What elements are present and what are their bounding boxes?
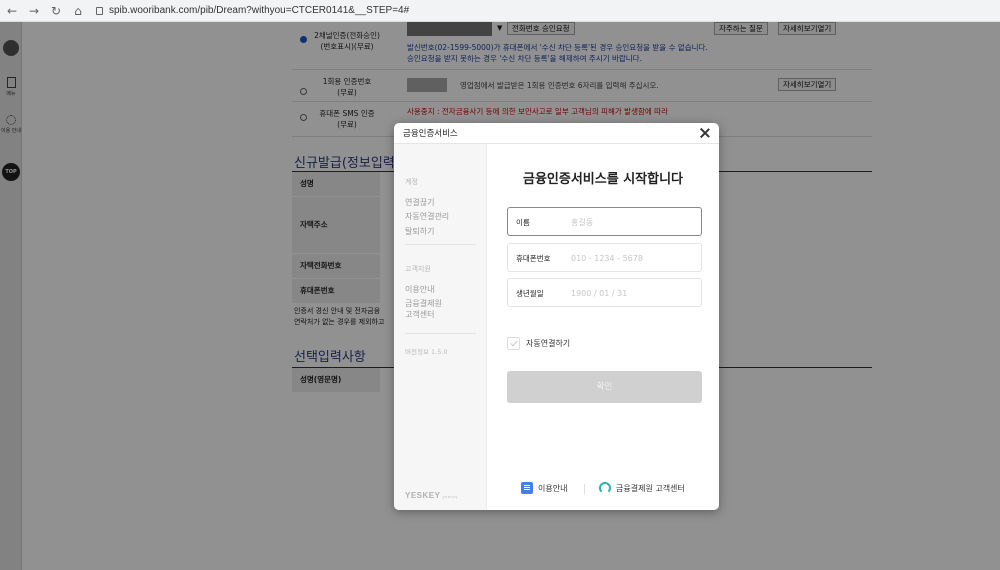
guide-icon <box>521 482 533 494</box>
phone-label: 휴대폰번호 <box>516 254 551 263</box>
name-field[interactable]: 이름 <box>507 207 702 236</box>
birth-label: 생년월일 <box>516 289 544 298</box>
lock-icon <box>96 6 103 15</box>
birth-field[interactable]: 생년월일 <box>507 278 702 307</box>
forward-icon[interactable]: → <box>28 5 40 17</box>
auto-connect-row[interactable]: 자동연결하기 <box>507 337 570 350</box>
headset-icon <box>599 482 611 494</box>
modal-sidebar: 계정 연결끊기 자동연결관리 탈퇴하기 고객지원 이용안내 금융결제원 고객센터… <box>394 144 487 510</box>
browser-toolbar: ← → ↻ ⌂ spib.wooribank.com/pib/Dream?wit… <box>0 0 1000 22</box>
home-icon[interactable]: ⌂ <box>72 5 84 17</box>
url-text[interactable]: spib.wooribank.com/pib/Dream?withyou=CTC… <box>109 5 409 16</box>
version-info: 버전정보 1.5.0 <box>405 348 448 356</box>
modal-title: 금융인증서비스 <box>403 129 458 139</box>
sidebar-item-withdraw[interactable]: 탈퇴하기 <box>405 226 434 237</box>
phone-input[interactable] <box>571 252 696 264</box>
footer-center-link[interactable]: 금융결제원 고객센터 <box>599 482 685 494</box>
modal-main: 금융인증서비스를 시작합니다 이름 휴대폰번호 생년월일 자동연결하기 확인 이… <box>487 144 719 510</box>
modal-header: 금융인증서비스 <box>394 123 719 144</box>
birth-input[interactable] <box>571 287 696 299</box>
reload-icon[interactable]: ↻ <box>50 5 62 17</box>
name-label: 이름 <box>516 218 530 227</box>
sidebar-item-auto-connect[interactable]: 자동연결관리 <box>405 211 449 222</box>
sidebar-heading-account: 계정 <box>405 178 418 186</box>
footer-guide-label: 이용안내 <box>538 483 568 493</box>
yeskey-logo: YESKEY yeskey <box>405 491 458 500</box>
footer-guide-link[interactable]: 이용안내 <box>521 482 567 494</box>
sidebar-divider <box>405 244 476 245</box>
address-bar[interactable]: spib.wooribank.com/pib/Dream?withyou=CTC… <box>96 5 409 16</box>
footer-center-label: 금융결제원 고객센터 <box>616 483 685 493</box>
sidebar-item-disconnect[interactable]: 연결끊기 <box>405 197 434 208</box>
sidebar-item-guide[interactable]: 이용안내 <box>405 284 434 295</box>
financial-cert-modal: 금융인증서비스 계정 연결끊기 자동연결관리 탈퇴하기 고객지원 이용안내 금융… <box>394 123 719 510</box>
sidebar-divider <box>405 333 476 334</box>
modal-heading: 금융인증서비스를 시작합니다 <box>522 172 683 187</box>
name-input[interactable] <box>571 216 696 228</box>
sidebar-item-kftc-center[interactable]: 금융결제원 고객센터 <box>405 298 442 320</box>
back-icon[interactable]: ← <box>6 5 18 17</box>
sidebar-heading-support: 고객지원 <box>405 265 431 273</box>
auto-connect-checkbox[interactable] <box>507 337 520 350</box>
phone-field[interactable]: 휴대폰번호 <box>507 243 702 272</box>
auto-connect-label: 자동연결하기 <box>526 339 571 348</box>
confirm-button[interactable]: 확인 <box>507 371 702 403</box>
close-icon[interactable] <box>698 126 712 140</box>
footer-separator <box>584 484 585 494</box>
